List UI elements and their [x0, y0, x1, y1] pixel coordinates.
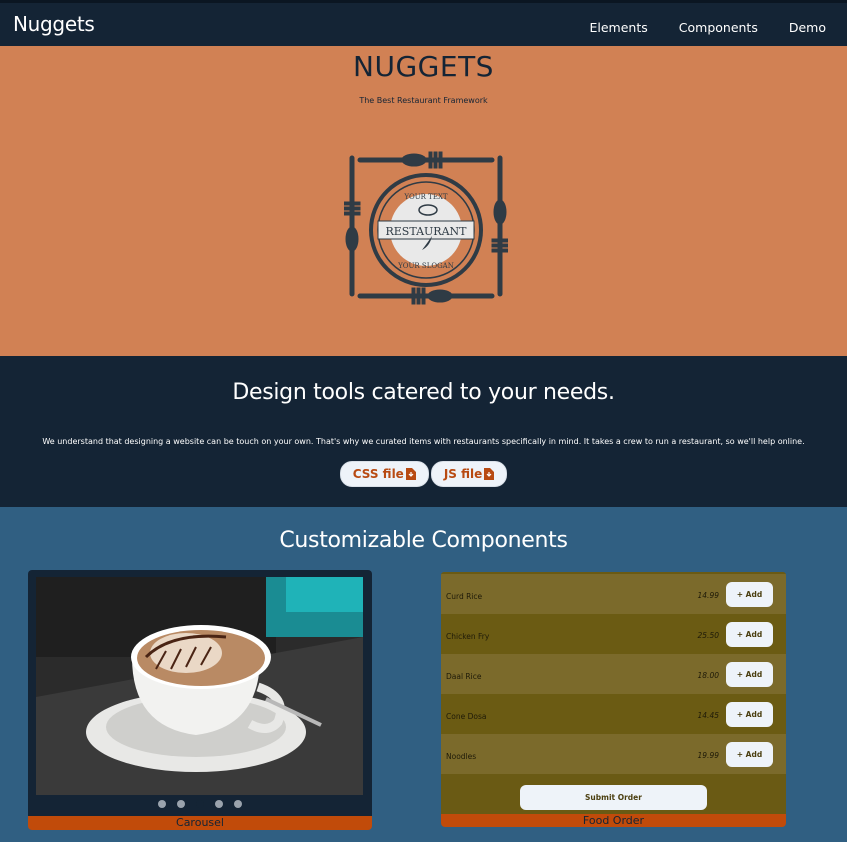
- carousel-dot-active[interactable]: [196, 800, 204, 808]
- nav-links: Elements Components Demo: [559, 20, 827, 35]
- navbar: Nuggets Elements Components Demo: [0, 0, 847, 46]
- js-file-button[interactable]: JS file: [430, 461, 508, 487]
- item-name: Cone Dosa: [446, 712, 487, 721]
- item-price: 18.00: [697, 671, 719, 680]
- logo-main-text: RESTAURANT: [386, 225, 468, 238]
- item-price: 25.50: [697, 631, 719, 640]
- carousel-dot[interactable]: [234, 800, 242, 808]
- carousel-dot[interactable]: [158, 800, 166, 808]
- css-file-button[interactable]: CSS file: [339, 461, 429, 487]
- tools-description: We understand that designing a website c…: [42, 437, 805, 446]
- components-title: Customizable Components: [279, 528, 568, 553]
- menu-row: Daal Rice 18.00 + Add: [441, 654, 786, 694]
- hero-subtitle: The Best Restaurant Framework: [359, 96, 488, 105]
- menu-row: Chicken Fry 25.50 + Add: [441, 614, 786, 654]
- tools-title: Design tools catered to your needs.: [232, 380, 615, 405]
- carousel-card: [28, 570, 372, 819]
- menu-row: Cone Dosa 14.45 + Add: [441, 694, 786, 734]
- item-name: Noodles: [446, 752, 477, 761]
- nav-link-elements[interactable]: Elements: [590, 20, 648, 35]
- carousel-dots: [28, 800, 372, 808]
- add-button[interactable]: + Add: [726, 662, 773, 687]
- coffee-cup-photo: [36, 577, 363, 795]
- item-name: Curd Rice: [446, 592, 483, 601]
- submit-order-button[interactable]: Submit Order: [520, 785, 707, 810]
- add-button[interactable]: + Add: [726, 742, 773, 767]
- carousel-dot[interactable]: [215, 800, 223, 808]
- menu-row: Noodles 19.99 + Add: [441, 734, 786, 774]
- download-file-icon: [484, 468, 495, 480]
- carousel-dot[interactable]: [177, 800, 185, 808]
- download-file-icon: [405, 468, 416, 480]
- nav-link-components[interactable]: Components: [679, 20, 758, 35]
- design-tools-section: Design tools catered to your needs. We u…: [0, 356, 847, 507]
- add-button[interactable]: + Add: [726, 622, 773, 647]
- food-order-label: Food Order: [441, 814, 786, 827]
- hero-section: NUGGETS The Best Restaurant Framework YO…: [0, 46, 847, 356]
- hero-title: NUGGETS: [353, 50, 494, 83]
- carousel-label: Carousel: [28, 816, 372, 830]
- menu-row: Curd Rice 14.99 + Add: [441, 574, 786, 614]
- item-name: Chicken Fry: [446, 632, 490, 641]
- item-price: 19.99: [697, 751, 719, 760]
- item-price: 14.45: [697, 711, 719, 720]
- restaurant-logo: YOUR TEXT RESTAURANT YOUR SLOGAN: [344, 151, 508, 305]
- nav-link-demo[interactable]: Demo: [789, 20, 826, 35]
- food-order-card: Curd Rice 14.99 + Add Chicken Fry 25.50 …: [441, 572, 786, 814]
- css-file-label: CSS file: [352, 467, 404, 481]
- item-price: 14.99: [697, 591, 719, 600]
- item-name: Daal Rice: [446, 672, 482, 681]
- file-buttons: CSS file JS file: [0, 461, 847, 487]
- logo-top-text: YOUR TEXT: [403, 193, 448, 201]
- brand-logo[interactable]: Nuggets: [13, 12, 95, 36]
- add-button[interactable]: + Add: [726, 702, 773, 727]
- js-file-label: JS file: [443, 467, 483, 481]
- add-button[interactable]: + Add: [726, 582, 773, 607]
- logo-bottom-text: YOUR SLOGAN: [397, 262, 454, 270]
